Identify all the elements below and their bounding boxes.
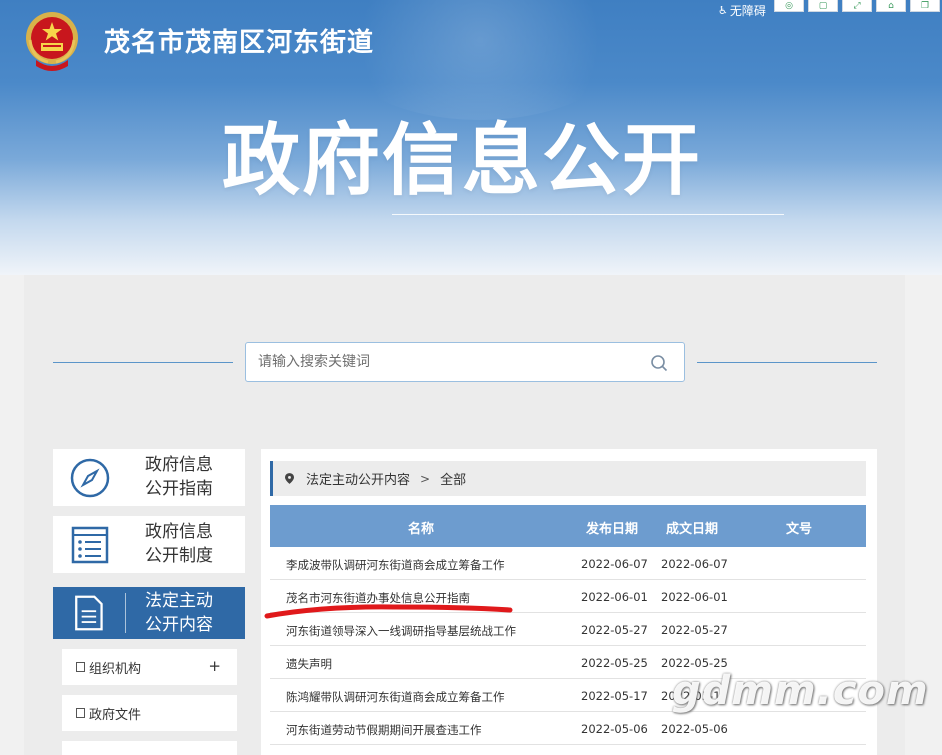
row-publish-date: 2022-05-25 xyxy=(581,656,648,670)
search-zoom-icon[interactable]: ◎ xyxy=(774,0,804,12)
row-publish-date: 2022-06-07 xyxy=(581,557,648,571)
expand-icon[interactable]: ⤢ xyxy=(842,0,872,12)
sidebar-card-label: 公开内容 xyxy=(145,615,213,635)
sub-item-label: 政府文件 xyxy=(89,707,142,723)
document-icon xyxy=(75,595,103,631)
column-header-name: 名称 xyxy=(408,522,435,537)
search-box xyxy=(245,342,685,382)
sidebar-sub-item-org[interactable]: 组织机构 + xyxy=(62,649,237,685)
watermark-text: gdmm.com xyxy=(672,668,929,714)
expand-plus-icon[interactable]: + xyxy=(208,657,221,675)
page-icon[interactable]: ▢ xyxy=(808,0,838,12)
site-title[interactable]: 茂名市茂南区河东街道 xyxy=(104,22,374,59)
row-name-link[interactable]: 陈鸿耀带队调研河东街道商会成立筹备工作 xyxy=(286,689,505,705)
accessibility-link[interactable]: ♿ 无障碍 xyxy=(718,2,766,19)
hero-title: 政府信息公开 xyxy=(222,116,703,206)
breadcrumb: 法定主动公开内容 > 全部 xyxy=(270,461,866,496)
row-doc-date: 2022-05-06 xyxy=(661,722,728,736)
tool-icon-strip: ◎ ▢ ⤢ ⌂ ❐ xyxy=(774,0,942,12)
row-name-link[interactable]: 李成波带队调研河东街道商会成立筹备工作 xyxy=(286,557,505,573)
doc-icon xyxy=(76,662,85,672)
sub-item-label: 组织机构 xyxy=(89,661,142,677)
doc-icon xyxy=(76,708,85,718)
row-name-link[interactable]: 河东街道领导深入一线调研指导基层统战工作 xyxy=(286,623,516,639)
sidebar-card-label: 政府信息 xyxy=(145,455,213,475)
column-header-doc-date: 成文日期 xyxy=(666,522,719,537)
sidebar-card-statutory[interactable]: 法定主动 公开内容 xyxy=(53,587,245,639)
sidebar-card-guide[interactable]: 政府信息 公开指南 xyxy=(53,449,245,506)
sidebar-card-label: 法定主动 xyxy=(145,591,213,611)
header-banner: 茂名市茂南区河东街道 ♿ 无障碍 ◎ ▢ ⤢ ⌂ ❐ 政府信息公开 xyxy=(0,0,942,275)
row-publish-date: 2022-05-27 xyxy=(581,623,648,637)
row-publish-date: 2022-06-01 xyxy=(581,590,648,604)
search-input[interactable] xyxy=(258,351,638,373)
breadcrumb-separator: > xyxy=(420,471,431,486)
sidebar-sub-item-partial[interactable] xyxy=(62,741,237,755)
search-divider-left xyxy=(53,362,233,363)
row-doc-date: 2022-06-07 xyxy=(661,557,728,571)
column-header-publish-date: 发布日期 xyxy=(586,522,639,537)
row-name-link[interactable]: 河东街道劳动节假期期间开展查违工作 xyxy=(286,722,482,738)
sidebar-card-system[interactable]: 政府信息 公开制度 xyxy=(53,516,245,573)
card-divider xyxy=(125,593,126,633)
search-divider-right xyxy=(697,362,877,363)
row-name-link[interactable]: 遗失声明 xyxy=(286,656,332,672)
table-row[interactable]: 河东街道劳动节假期期间开展查违工作 2022-05-06 2022-05-06 xyxy=(270,712,866,745)
list-document-icon xyxy=(71,526,109,564)
accessibility-label: 无障碍 xyxy=(729,3,766,18)
wheelchair-icon: ♿ xyxy=(718,3,728,17)
breadcrumb-section[interactable]: 法定主动公开内容 xyxy=(306,469,410,488)
location-pin-icon xyxy=(285,473,294,484)
national-emblem-icon xyxy=(26,12,78,71)
hero-divider xyxy=(392,214,784,215)
compass-icon xyxy=(70,458,110,498)
top-toolbar: ♿ 无障碍 xyxy=(718,0,766,20)
row-publish-date: 2022-05-06 xyxy=(581,722,648,736)
search-icon[interactable] xyxy=(650,354,668,372)
copy-icon[interactable]: ❐ xyxy=(910,0,940,12)
breadcrumb-current: 全部 xyxy=(440,473,467,488)
sidebar-sub-item-files[interactable]: 政府文件 xyxy=(62,695,237,731)
table-header: 名称 发布日期 成文日期 文号 xyxy=(270,505,866,547)
row-doc-date: 2022-05-27 xyxy=(661,623,728,637)
row-doc-date: 2022-06-01 xyxy=(661,590,728,604)
red-underline-annotation xyxy=(264,604,513,619)
row-publish-date: 2022-05-17 xyxy=(581,689,648,703)
sidebar-card-label: 政府信息 xyxy=(145,522,213,542)
column-header-doc-no: 文号 xyxy=(786,522,813,537)
sidebar-card-label: 公开指南 xyxy=(145,479,213,499)
home-icon[interactable]: ⌂ xyxy=(876,0,906,12)
table-row[interactable]: 李成波带队调研河东街道商会成立筹备工作 2022-06-07 2022-06-0… xyxy=(270,547,866,580)
sidebar-card-label: 公开制度 xyxy=(145,546,213,566)
